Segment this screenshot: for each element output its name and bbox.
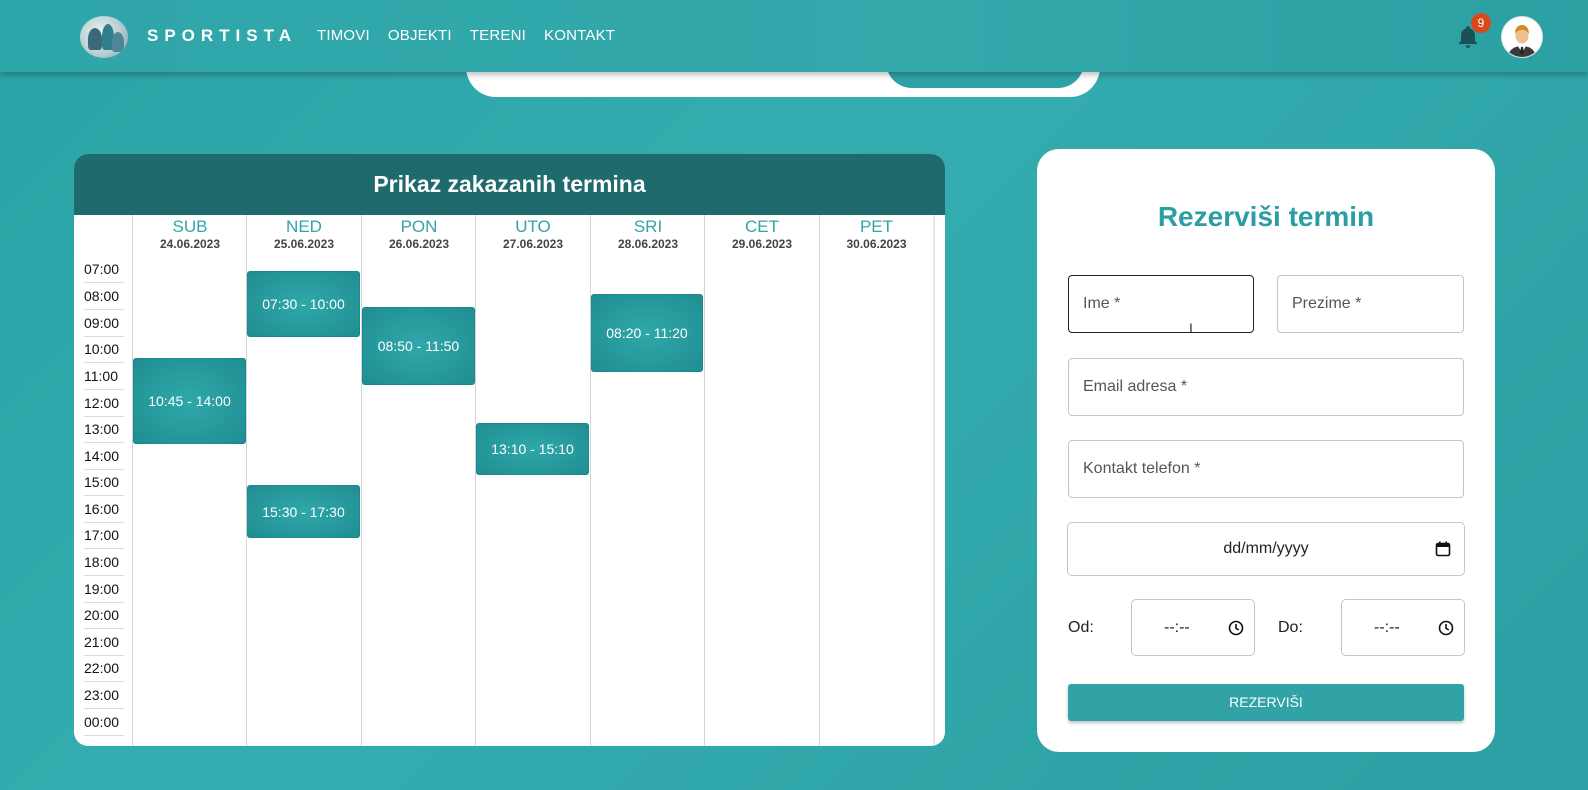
clock-icon[interactable] (1228, 620, 1244, 636)
time-label: 18:00 (84, 549, 124, 576)
last-name-placeholder: Prezime * (1292, 295, 1362, 312)
day-name: PET (859, 217, 894, 236)
day-date: 24.06.2023 (159, 237, 221, 251)
day-date: 25.06.2023 (273, 237, 335, 251)
time-label: 20:00 (84, 602, 124, 629)
time-label: 00:00 (84, 709, 124, 736)
day-name: NED (286, 217, 322, 236)
first-name-field[interactable]: Ime * I (1068, 275, 1254, 336)
time-label: 21:00 (84, 629, 124, 656)
time-label: 15:00 (84, 469, 124, 496)
event-block[interactable]: 08:50 - 11:50 (362, 307, 475, 385)
nav-item-tereni[interactable]: TERENI (470, 27, 526, 44)
day-column-pon: PON 26.06.2023 (361, 215, 476, 746)
event-block[interactable]: 10:45 - 14:00 (133, 358, 246, 444)
from-time-field[interactable]: --:-- (1131, 599, 1255, 656)
day-date: 26.06.2023 (388, 237, 450, 251)
day-date: 30.06.2023 (846, 237, 907, 251)
last-name-field[interactable]: Prezime * (1277, 275, 1464, 333)
top-navbar: SPORTISTA TIMOVI OBJEKTI TERENI KONTAKT … (0, 0, 1588, 72)
event-block[interactable]: 08:20 - 11:20 (591, 294, 703, 372)
email-field[interactable]: Email adresa * (1068, 358, 1464, 416)
time-label: 23:00 (84, 682, 124, 709)
main-nav: TIMOVI OBJEKTI TERENI KONTAKT (317, 27, 615, 44)
day-name: CET (745, 217, 779, 236)
user-avatar[interactable] (1501, 16, 1543, 58)
text-cursor-icon: I (1189, 320, 1193, 336)
from-label: Od: (1068, 619, 1094, 636)
time-label: 22:00 (84, 655, 124, 682)
time-label: 14:00 (84, 443, 124, 470)
schedule-scrollbar[interactable] (933, 215, 935, 746)
date-placeholder: dd/mm/yyyy (1223, 540, 1309, 557)
time-label: 19:00 (84, 576, 124, 603)
schedule-panel: Prikaz zakazanih termina 07:00 08:00 09:… (74, 154, 945, 746)
brand-name[interactable]: SPORTISTA (147, 26, 297, 46)
to-time-field[interactable]: --:-- (1341, 599, 1465, 656)
time-label: 07:00 (84, 256, 124, 283)
reserve-button[interactable]: REZERVIŠI (1068, 684, 1464, 721)
nav-item-kontakt[interactable]: KONTAKT (544, 27, 615, 44)
to-time-value: --:-- (1374, 618, 1400, 636)
to-label: Do: (1278, 619, 1303, 636)
phone-field[interactable]: Kontakt telefon * (1068, 440, 1464, 498)
reservation-card: Rezerviši termin Ime * I Prezime * Email… (1037, 149, 1495, 752)
schedule-title: Prikaz zakazanih termina (74, 154, 945, 215)
day-name: SRI (633, 217, 663, 236)
time-label: 11:00 (84, 363, 124, 390)
date-field[interactable]: dd/mm/yyyy (1067, 522, 1465, 576)
time-label: 13:00 (84, 416, 124, 443)
day-column-pet: PET 30.06.2023 (819, 215, 934, 746)
time-label: 08:00 (84, 283, 124, 310)
day-name: UTO (515, 217, 551, 236)
time-label: 12:00 (84, 390, 124, 417)
day-column-cet: CET 29.06.2023 (704, 215, 819, 746)
day-date: 29.06.2023 (731, 237, 793, 251)
event-block[interactable]: 07:30 - 10:00 (247, 271, 360, 337)
time-label: 16:00 (84, 496, 124, 523)
time-label: 10:00 (84, 336, 124, 363)
calendar-icon[interactable] (1435, 541, 1451, 557)
event-block[interactable]: 15:30 - 17:30 (247, 485, 360, 538)
reservation-title: Rezerviši termin (1157, 201, 1375, 232)
phone-placeholder: Kontakt telefon * (1083, 460, 1201, 477)
event-block[interactable]: 13:10 - 15:10 (476, 423, 589, 475)
nav-item-objekti[interactable]: OBJEKTI (388, 27, 452, 44)
nav-item-timovi[interactable]: TIMOVI (317, 27, 370, 44)
notification-count-badge: 9 (1471, 13, 1491, 33)
clock-icon[interactable] (1438, 620, 1454, 636)
time-label: 17:00 (84, 522, 124, 549)
day-date: 27.06.2023 (502, 237, 564, 251)
email-placeholder: Email adresa * (1083, 378, 1188, 395)
time-label: 09:00 (84, 310, 124, 337)
from-time-value: --:-- (1164, 618, 1190, 636)
brand-logo[interactable] (80, 16, 128, 58)
day-column-sub: SUB 24.06.2023 (132, 215, 247, 746)
day-column-uto: UTO 27.06.2023 (475, 215, 590, 746)
day-name: PON (400, 217, 438, 236)
day-name: SUB (172, 217, 208, 236)
day-date: 28.06.2023 (617, 237, 679, 251)
first-name-placeholder: Ime * (1083, 295, 1121, 312)
